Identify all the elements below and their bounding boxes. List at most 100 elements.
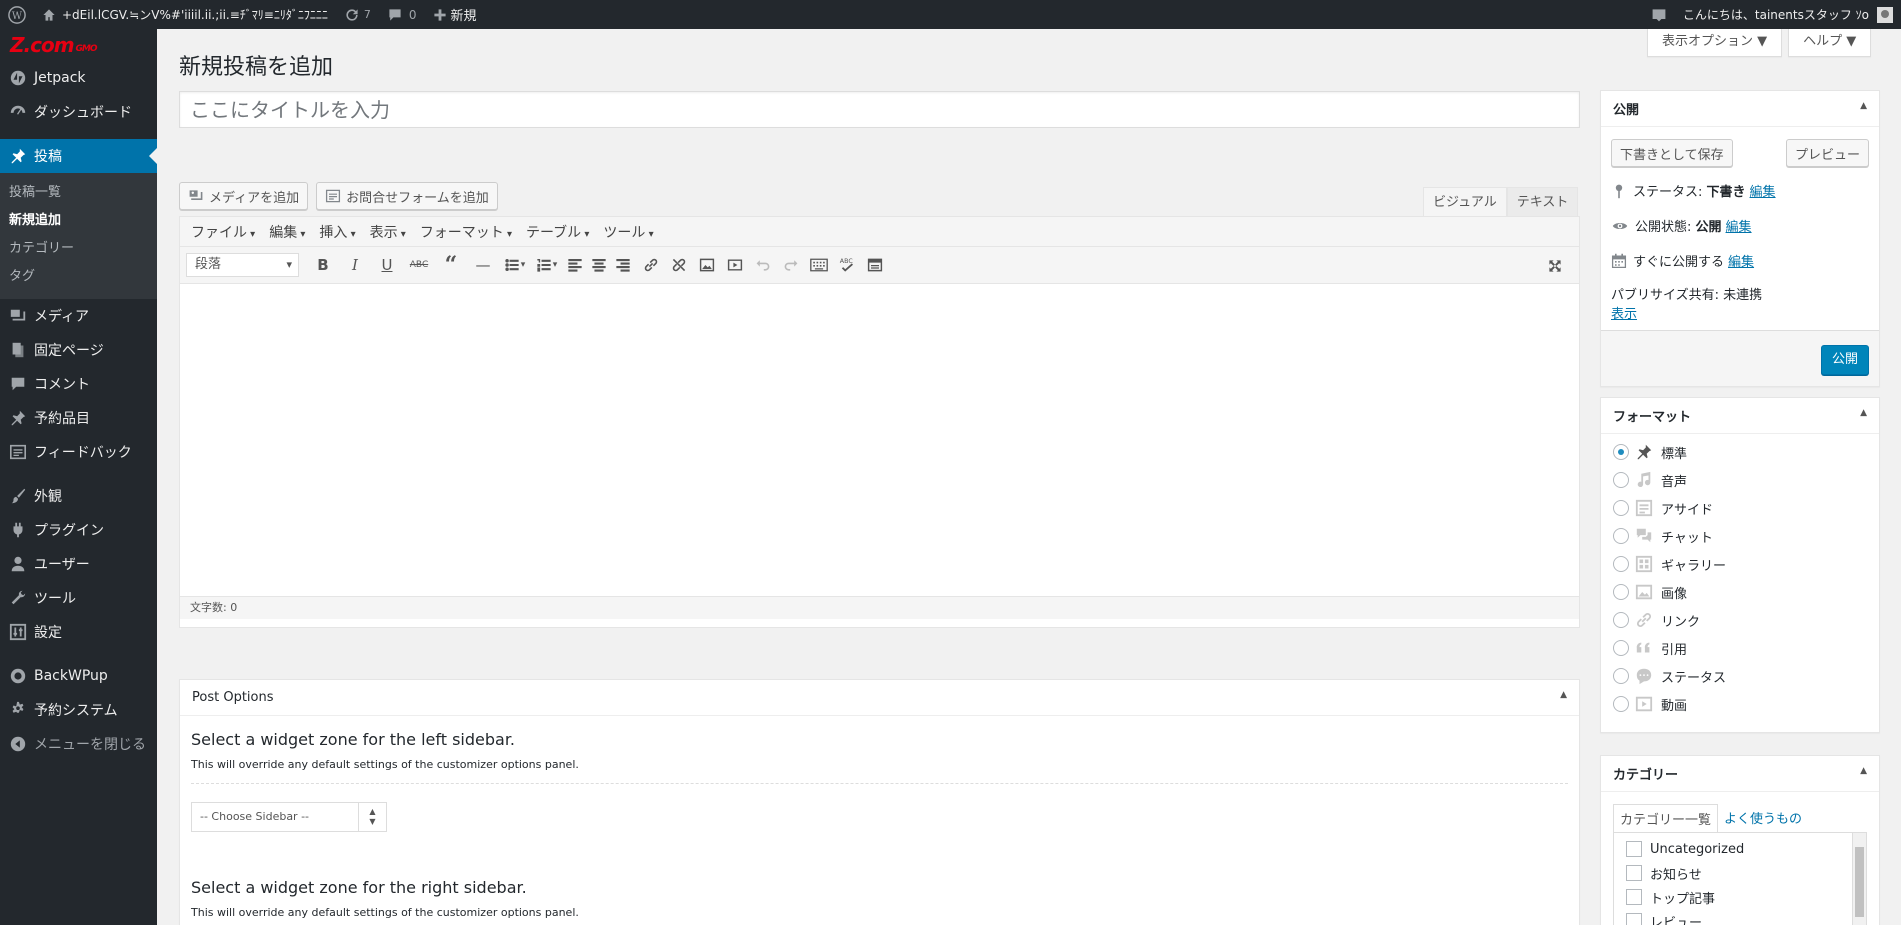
- numbered-list-button[interactable]: ▾: [531, 250, 563, 280]
- save-draft-button[interactable]: 下書きとして保存: [1611, 139, 1733, 167]
- format-option[interactable]: ステータス: [1601, 662, 1879, 690]
- scrollbar-thumb[interactable]: [1855, 847, 1864, 917]
- category-checkbox[interactable]: [1626, 913, 1642, 925]
- submenu-all-posts[interactable]: 投稿一覧: [0, 179, 157, 207]
- format-header[interactable]: フォーマット ▲: [1601, 398, 1879, 434]
- format-radio[interactable]: [1613, 528, 1629, 544]
- menu-item-brush[interactable]: 外観: [0, 479, 157, 513]
- format-radio[interactable]: [1613, 612, 1629, 628]
- publish-header[interactable]: 公開 ▲: [1601, 91, 1879, 127]
- underline-button[interactable]: U: [371, 250, 403, 280]
- tab-all-categories[interactable]: カテゴリー一覧: [1613, 804, 1719, 832]
- menu-item-comment[interactable]: コメント: [0, 367, 157, 401]
- format-option[interactable]: 引用: [1601, 634, 1879, 662]
- collapse-toggle-icon[interactable]: ▲: [1860, 101, 1867, 111]
- editor-menu-item[interactable]: ツール: [596, 222, 660, 242]
- format-option[interactable]: アサイド: [1601, 494, 1879, 522]
- spellcheck-button[interactable]: ABC: [835, 250, 859, 280]
- format-radio[interactable]: [1613, 668, 1629, 684]
- menu-item-feedback[interactable]: フィードバック: [0, 435, 157, 469]
- tab-most-used[interactable]: よく使うもの: [1718, 804, 1808, 832]
- format-radio[interactable]: [1613, 444, 1629, 460]
- post-title-input[interactable]: [179, 91, 1580, 128]
- menu-item-posts[interactable]: 投稿: [0, 139, 157, 173]
- editor-menu-item[interactable]: 編集: [262, 222, 312, 242]
- format-radio[interactable]: [1613, 472, 1629, 488]
- menu-item-page[interactable]: 固定ページ: [0, 333, 157, 367]
- tab-visual[interactable]: ビジュアル: [1423, 187, 1507, 217]
- format-option[interactable]: 標準: [1601, 438, 1879, 466]
- screen-options-button[interactable]: 表示オプション ▼: [1647, 29, 1783, 57]
- category-item[interactable]: お知らせ: [1626, 861, 1866, 885]
- unlink-button[interactable]: [667, 250, 691, 280]
- my-account-link[interactable]: こんにちは、tainentsスタッフ ｿo: [1675, 0, 1901, 29]
- bold-button[interactable]: B: [307, 250, 339, 280]
- format-radio[interactable]: [1613, 696, 1629, 712]
- format-option[interactable]: 動画: [1601, 690, 1879, 718]
- insert-image-button[interactable]: [691, 250, 723, 280]
- edit-visibility-link[interactable]: 編集: [1726, 216, 1752, 235]
- submenu-categories[interactable]: カテゴリー: [0, 235, 157, 263]
- format-radio[interactable]: [1613, 500, 1629, 516]
- menu-item-dashboard[interactable]: ダッシュボード: [0, 95, 157, 129]
- format-option[interactable]: ギャラリー: [1601, 550, 1879, 578]
- brand-logo[interactable]: Z.com GMO: [0, 29, 157, 61]
- show-publicize-link[interactable]: 表示: [1611, 307, 1637, 322]
- submenu-add-new[interactable]: 新規追加: [0, 207, 157, 235]
- preview-button[interactable]: プレビュー: [1785, 139, 1869, 167]
- insert-link-button[interactable]: [635, 250, 667, 280]
- format-select[interactable]: 段落: [186, 253, 299, 277]
- format-option[interactable]: 音声: [1601, 466, 1879, 494]
- format-radio[interactable]: [1613, 556, 1629, 572]
- edit-status-link[interactable]: 編集: [1750, 181, 1776, 200]
- add-media-button[interactable]: メディアを追加: [179, 182, 309, 210]
- comments-link[interactable]: 0: [379, 0, 425, 29]
- collapse-menu-button[interactable]: メニューを閉じる: [0, 727, 157, 761]
- toolbar-toggle-button[interactable]: [803, 250, 835, 280]
- editor-menu-item[interactable]: 挿入: [312, 222, 362, 242]
- menu-item-plugin[interactable]: プラグイン: [0, 513, 157, 547]
- tab-text[interactable]: テキスト: [1506, 187, 1579, 217]
- notification-link[interactable]: [1643, 0, 1675, 29]
- left-sidebar-select[interactable]: -- Choose Sidebar -- ▲ ▼: [191, 802, 387, 832]
- undo-button[interactable]: [747, 250, 779, 280]
- menu-item-wrench[interactable]: ツール: [0, 581, 157, 615]
- category-checkbox[interactable]: [1626, 889, 1642, 905]
- updates-link[interactable]: 7: [336, 0, 379, 29]
- wp-logo-icon[interactable]: W: [0, 0, 34, 29]
- redo-button[interactable]: [779, 250, 803, 280]
- collapse-toggle-icon[interactable]: ▲: [1860, 408, 1867, 418]
- add-form-button[interactable]: お問合せフォームを追加: [316, 182, 498, 210]
- site-name-link[interactable]: +dEil.lCGV.≒ンV%#'iiiil.ii.;ii.≡ﾁﾞﾏﾘ≡ﾆﾘﾀﾞ…: [34, 0, 336, 29]
- blockquote-button[interactable]: “: [435, 250, 467, 280]
- menu-item-pin[interactable]: 予約品目: [0, 401, 157, 435]
- menu-item-settings[interactable]: 設定: [0, 615, 157, 649]
- category-item[interactable]: トップ記事: [1626, 885, 1866, 909]
- align-center-button[interactable]: [587, 250, 611, 280]
- bullet-list-button[interactable]: ▾: [499, 250, 531, 280]
- edit-schedule-link[interactable]: 編集: [1728, 251, 1754, 270]
- help-button[interactable]: ヘルプ ▼: [1788, 29, 1872, 57]
- editor-content-area[interactable]: [180, 284, 1579, 596]
- strikethrough-button[interactable]: ABC: [403, 250, 435, 280]
- format-option[interactable]: チャット: [1601, 522, 1879, 550]
- form-insert-button[interactable]: [859, 250, 891, 280]
- editor-menu-item[interactable]: フォーマット: [413, 222, 519, 242]
- submenu-tags[interactable]: タグ: [0, 263, 157, 291]
- category-item[interactable]: Uncategorized: [1626, 837, 1866, 861]
- menu-item-user[interactable]: ユーザー: [0, 547, 157, 581]
- format-radio[interactable]: [1613, 584, 1629, 600]
- editor-menu-item[interactable]: 表示: [363, 222, 413, 242]
- editor-menu-item[interactable]: ファイル: [184, 222, 262, 242]
- align-right-button[interactable]: [611, 250, 635, 280]
- italic-button[interactable]: I: [339, 250, 371, 280]
- publish-button[interactable]: 公開: [1820, 345, 1869, 375]
- menu-item-media[interactable]: メディア: [0, 299, 157, 333]
- new-content-link[interactable]: 新規: [425, 0, 485, 29]
- menu-item-gear[interactable]: 予約システム: [0, 693, 157, 727]
- category-checkbox[interactable]: [1626, 841, 1642, 857]
- insert-video-button[interactable]: [723, 250, 747, 280]
- format-option[interactable]: 画像: [1601, 578, 1879, 606]
- menu-item-backwpup[interactable]: BackWPup: [0, 659, 157, 693]
- align-left-button[interactable]: [563, 250, 587, 280]
